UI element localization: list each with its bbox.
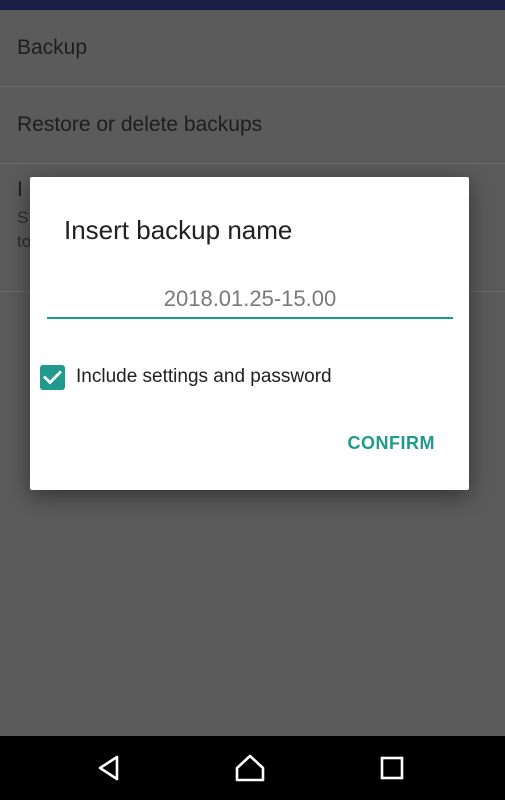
- system-nav-bar: [0, 736, 505, 800]
- checkbox-label: Include settings and password: [76, 366, 332, 387]
- dialog-title: Insert backup name: [64, 215, 293, 245]
- back-triangle-icon: [98, 755, 119, 781]
- backup-name-input[interactable]: [47, 281, 453, 319]
- list-item-label: Restore or delete backups: [17, 113, 263, 136]
- include-settings-checkbox[interactable]: [40, 364, 65, 390]
- home-icon: [235, 754, 265, 782]
- list-item-restore[interactable]: Restore or delete backups: [0, 87, 505, 164]
- confirm-button[interactable]: CONFIRM: [348, 433, 436, 454]
- recents-square-icon: [380, 756, 404, 780]
- home-button[interactable]: [230, 750, 270, 786]
- checkmark-icon: [43, 370, 62, 384]
- screen: Backup Restore or delete backups I S to …: [0, 0, 505, 800]
- list-item-label: Backup: [17, 36, 88, 59]
- back-button[interactable]: [89, 750, 129, 786]
- recents-button[interactable]: [372, 750, 412, 786]
- app-bar: [0, 0, 505, 10]
- include-settings-row[interactable]: Include settings and password: [40, 363, 332, 391]
- list-item-backup[interactable]: Backup: [0, 10, 505, 87]
- backup-name-dialog: Insert backup name Include settings and …: [30, 177, 469, 490]
